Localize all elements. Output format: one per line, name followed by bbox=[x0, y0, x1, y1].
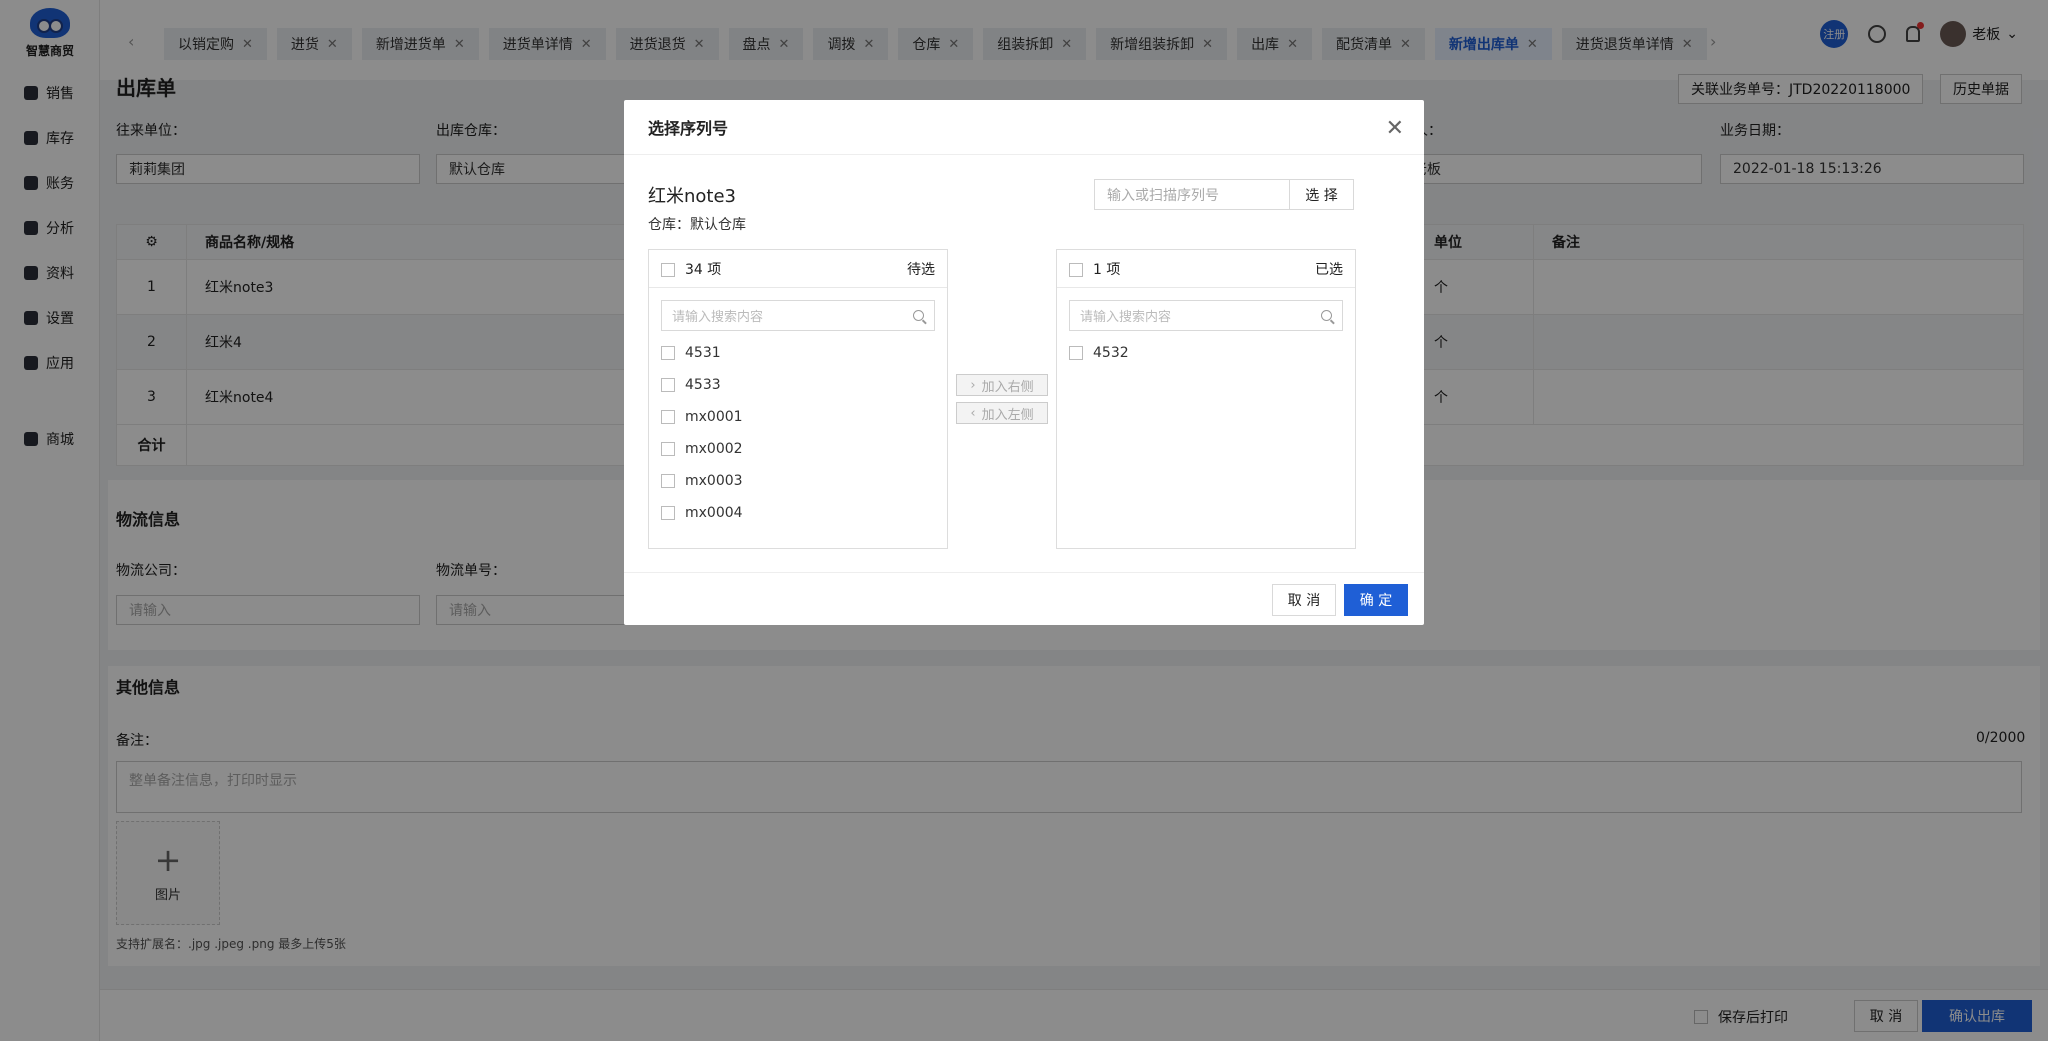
serial-scan-input[interactable]: 输入或扫描序列号 bbox=[1094, 179, 1290, 210]
item-checkbox[interactable] bbox=[661, 506, 675, 520]
move-to-right-button[interactable]: › 加入右侧 bbox=[956, 374, 1048, 396]
modal-title: 选择序列号 bbox=[648, 119, 729, 138]
source-select-all-checkbox[interactable] bbox=[661, 262, 675, 277]
list-item[interactable]: mx0004 bbox=[649, 497, 947, 529]
source-list: 4531 4533 mx0001 mx0002 mx0003 mx0004 bbox=[649, 337, 947, 529]
move-to-left-button[interactable]: ‹ 加入左侧 bbox=[956, 402, 1048, 424]
item-checkbox[interactable] bbox=[661, 442, 675, 456]
source-count: 34 项 bbox=[685, 261, 722, 278]
source-search-input[interactable]: 请输入搜索内容 bbox=[661, 300, 935, 331]
search-icon bbox=[913, 310, 924, 321]
list-item[interactable]: 4533 bbox=[649, 369, 947, 401]
modal-cancel-button[interactable]: 取 消 bbox=[1272, 584, 1336, 616]
modal-ok-button[interactable]: 确 定 bbox=[1344, 584, 1408, 616]
item-checkbox[interactable] bbox=[661, 346, 675, 360]
chevron-right-icon: › bbox=[970, 377, 976, 393]
item-checkbox[interactable] bbox=[661, 378, 675, 392]
serial-number-modal: 选择序列号 ✕ 红米note3 仓库：默认仓库 输入或扫描序列号 选 择 34 … bbox=[624, 100, 1424, 625]
source-header: 34 项 待选 bbox=[649, 250, 947, 288]
target-header: 1 项 已选 bbox=[1057, 250, 1355, 288]
item-checkbox[interactable] bbox=[661, 410, 675, 424]
item-checkbox[interactable] bbox=[661, 474, 675, 488]
chevron-left-icon: ‹ bbox=[970, 405, 976, 421]
transfer-target-panel: 1 项 已选 请输入搜索内容 4532 bbox=[1056, 249, 1356, 549]
modal-warehouse: 仓库：默认仓库 bbox=[648, 217, 746, 233]
target-list: 4532 bbox=[1057, 337, 1355, 369]
list-item[interactable]: 4532 bbox=[1057, 337, 1355, 369]
close-icon[interactable]: ✕ bbox=[1386, 116, 1404, 141]
search-icon bbox=[1321, 310, 1332, 321]
list-item[interactable]: 4531 bbox=[649, 337, 947, 369]
list-item[interactable]: mx0001 bbox=[649, 401, 947, 433]
target-status: 已选 bbox=[1315, 261, 1343, 278]
target-search-input[interactable]: 请输入搜索内容 bbox=[1069, 300, 1343, 331]
target-count: 1 项 bbox=[1093, 261, 1121, 278]
item-checkbox[interactable] bbox=[1069, 346, 1083, 360]
transfer-source-panel: 34 项 待选 请输入搜索内容 4531 4533 mx0001 mx0002 mx00… bbox=[648, 249, 948, 549]
list-item[interactable]: mx0003 bbox=[649, 465, 947, 497]
list-item[interactable]: mx0002 bbox=[649, 433, 947, 465]
product-name: 红米note3 bbox=[648, 186, 737, 207]
modal-header: 选择序列号 ✕ bbox=[624, 100, 1424, 155]
source-status: 待选 bbox=[907, 261, 935, 278]
target-select-all-checkbox[interactable] bbox=[1069, 262, 1083, 277]
serial-select-button[interactable]: 选 择 bbox=[1290, 179, 1354, 210]
